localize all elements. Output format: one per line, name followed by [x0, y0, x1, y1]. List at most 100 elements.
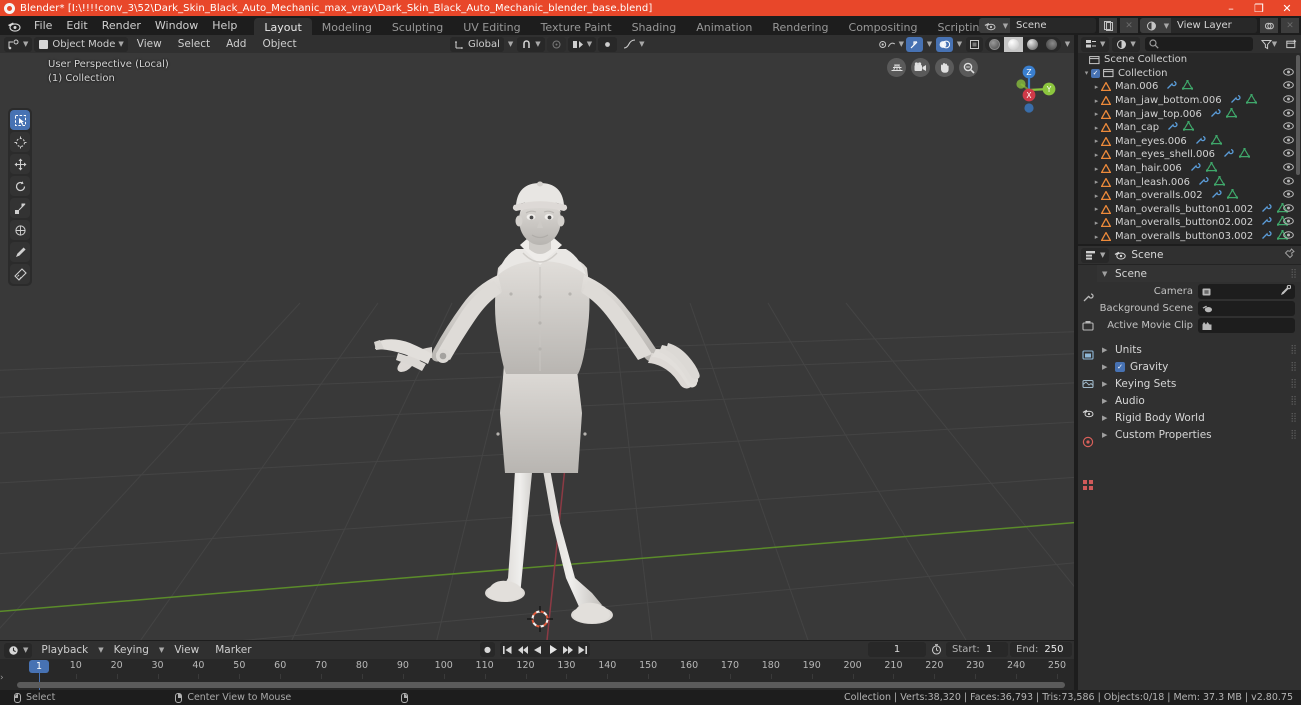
camera-field[interactable] — [1198, 284, 1295, 299]
axis-navigation-gizmo[interactable]: Z X Y — [997, 58, 1061, 122]
mesh-data-icon[interactable] — [1225, 107, 1238, 121]
viewport-menu-view[interactable]: View — [130, 37, 169, 52]
tab-modeling[interactable]: Modeling — [312, 18, 382, 35]
remove-view-layer-button[interactable]: ✕ — [1281, 18, 1299, 33]
visibility-eye-icon[interactable] — [1283, 95, 1294, 106]
tab-texture-paint[interactable]: Texture Paint — [531, 18, 622, 35]
start-frame-field[interactable]: Start: 1 — [946, 642, 1008, 657]
modifier-icon[interactable] — [1166, 80, 1177, 93]
move-tool-icon[interactable] — [10, 154, 30, 174]
background-scene-field[interactable] — [1198, 301, 1295, 316]
view-layer-dropdown-caret[interactable]: ▼ — [1162, 18, 1171, 33]
object-mode-selector[interactable]: Object Mode ▼ — [34, 36, 128, 52]
keying-caret[interactable]: ▼ — [158, 643, 165, 658]
proportional-editing-button[interactable]: ▼ — [567, 36, 597, 52]
visibility-eye-icon[interactable] — [1283, 149, 1294, 160]
audio-disclosure-icon[interactable]: ▶ — [1102, 397, 1110, 405]
custom-properties-panel-header[interactable]: ▶ Custom Properties ⣿ — [1097, 426, 1301, 443]
falloff-curve-selector[interactable]: ▼ — [619, 37, 648, 52]
visibility-eye-icon[interactable] — [1283, 122, 1294, 133]
tab-uv-editing[interactable]: UV Editing — [453, 18, 530, 35]
timeline-scrollbar[interactable] — [17, 682, 1065, 688]
modifier-icon[interactable] — [1261, 230, 1272, 243]
properties-tab-object[interactable] — [1080, 477, 1095, 492]
outliner-disclosure-icon[interactable]: ▸ — [1092, 137, 1101, 145]
mesh-data-icon[interactable] — [1205, 161, 1217, 175]
modifier-icon[interactable] — [1211, 189, 1222, 202]
mesh-data-icon[interactable] — [1182, 121, 1195, 134]
outliner-disclosure-icon[interactable]: ▸ — [1092, 83, 1101, 91]
visibility-eye-icon[interactable] — [1283, 68, 1294, 79]
outliner-editor-type-selector[interactable]: ▼ — [1081, 36, 1110, 52]
outliner-row[interactable]: ▸ Man_overalls_button02.002 — [1078, 216, 1301, 230]
outliner-disclosure-icon[interactable]: ▸ — [1092, 97, 1101, 105]
cursor-tool-icon[interactable] — [10, 132, 30, 152]
maximize-button[interactable]: ❐ — [1245, 0, 1273, 16]
play-button[interactable] — [545, 642, 560, 657]
outliner-disclosure-icon[interactable]: ▸ — [1092, 124, 1101, 132]
scale-tool-icon[interactable] — [10, 198, 30, 218]
rigid-body-world-panel-header[interactable]: ▶ Rigid Body World ⣿ — [1097, 409, 1301, 426]
close-button[interactable]: ✕ — [1273, 0, 1301, 16]
visibility-eye-icon[interactable] — [1283, 176, 1294, 188]
pin-id-icon[interactable] — [1284, 248, 1295, 262]
properties-tab-tool[interactable] — [1080, 289, 1095, 304]
mesh-data-icon[interactable] — [1210, 134, 1222, 148]
viewport-menu-add[interactable]: Add — [219, 37, 253, 52]
outliner-row[interactable]: ▸ Man_leash.006 — [1078, 175, 1301, 189]
tab-shading[interactable]: Shading — [622, 18, 687, 35]
outliner-search-input[interactable] — [1144, 37, 1253, 51]
properties-editor-type-selector[interactable]: ▼ — [1081, 247, 1110, 263]
overlays-dropdown-caret[interactable]: ▼ — [955, 37, 964, 52]
modifier-icon[interactable] — [1167, 121, 1178, 134]
units-disclosure-icon[interactable]: ▶ — [1102, 346, 1110, 354]
new-view-layer-button[interactable] — [1260, 18, 1278, 33]
outliner-display-mode-selector[interactable]: ▼ — [1112, 36, 1140, 52]
select-box-tool-icon[interactable] — [10, 110, 30, 130]
jump-to-prev-keyframe-button[interactable] — [515, 642, 530, 657]
editor-type-selector[interactable]: ▼ — [4, 36, 33, 52]
outliner-new-collection-button[interactable] — [1283, 37, 1299, 52]
view-layer-name-field[interactable]: View Layer — [1171, 18, 1257, 33]
menu-help[interactable]: Help — [205, 17, 244, 34]
scene-panel-disclosure-icon[interactable]: ▼ — [1102, 270, 1110, 278]
modifier-icon[interactable] — [1210, 108, 1221, 121]
units-panel-header[interactable]: ▶ Units ⣿ — [1097, 341, 1301, 358]
shading-solid-button[interactable] — [1004, 36, 1023, 52]
menu-render[interactable]: Render — [95, 17, 148, 34]
outliner-disclosure-icon[interactable]: ▸ — [1092, 165, 1101, 173]
properties-tab-render[interactable] — [1080, 318, 1095, 333]
outliner-tree[interactable]: Scene Collection ▾ ✓ Collection ▸ Man.006 ▸ Man… — [1078, 53, 1301, 244]
jump-to-start-button[interactable] — [500, 642, 515, 657]
end-frame-field[interactable]: End: 250 — [1010, 642, 1072, 657]
timeline-body[interactable]: › 10 20 30 40 50 60 70 80 90 100 110 120 130 140 150 16… — [0, 659, 1074, 690]
properties-tab-output[interactable] — [1080, 347, 1095, 362]
outliner-disclosure-icon[interactable]: ▸ — [1092, 233, 1101, 241]
modifier-icon[interactable] — [1198, 176, 1209, 189]
play-reverse-button[interactable] — [530, 642, 545, 657]
modifier-icon[interactable] — [1230, 94, 1241, 107]
gravity-panel-header[interactable]: ▶ ✓ Gravity ⣿ — [1097, 358, 1301, 375]
measure-tool-icon[interactable] — [10, 264, 30, 284]
remove-scene-button[interactable]: ✕ — [1120, 18, 1138, 33]
jump-to-end-button[interactable] — [575, 642, 590, 657]
visibility-filter-icon[interactable]: ▼ — [878, 37, 904, 52]
outliner-disclosure-icon[interactable]: ▸ — [1092, 192, 1101, 200]
tab-animation[interactable]: Animation — [686, 18, 762, 35]
jump-to-next-keyframe-button[interactable] — [560, 642, 575, 657]
rotate-tool-icon[interactable] — [10, 176, 30, 196]
custom-properties-disclosure-icon[interactable]: ▶ — [1102, 431, 1110, 439]
visibility-eye-icon[interactable] — [1283, 81, 1294, 92]
outliner-disclosure-icon[interactable]: ▸ — [1092, 205, 1101, 213]
current-frame-field[interactable]: 1 — [868, 642, 926, 657]
visibility-eye-icon[interactable] — [1283, 217, 1294, 228]
transform-orientation-selector[interactable]: Global — [450, 36, 504, 52]
outliner-scrollbar[interactable] — [1296, 55, 1300, 175]
scene-panel-header[interactable]: ▼ Scene ⣿ — [1097, 265, 1301, 282]
timeline-menu-marker[interactable]: Marker — [208, 643, 258, 658]
outliner-row[interactable]: ▸ Man_eyes.006 — [1078, 134, 1301, 149]
properties-breadcrumb[interactable]: Scene — [1114, 249, 1163, 261]
shading-rendered-button[interactable] — [1042, 37, 1061, 52]
timeline-menu-view[interactable]: View — [167, 643, 206, 658]
blender-logo-icon[interactable] — [4, 18, 24, 34]
